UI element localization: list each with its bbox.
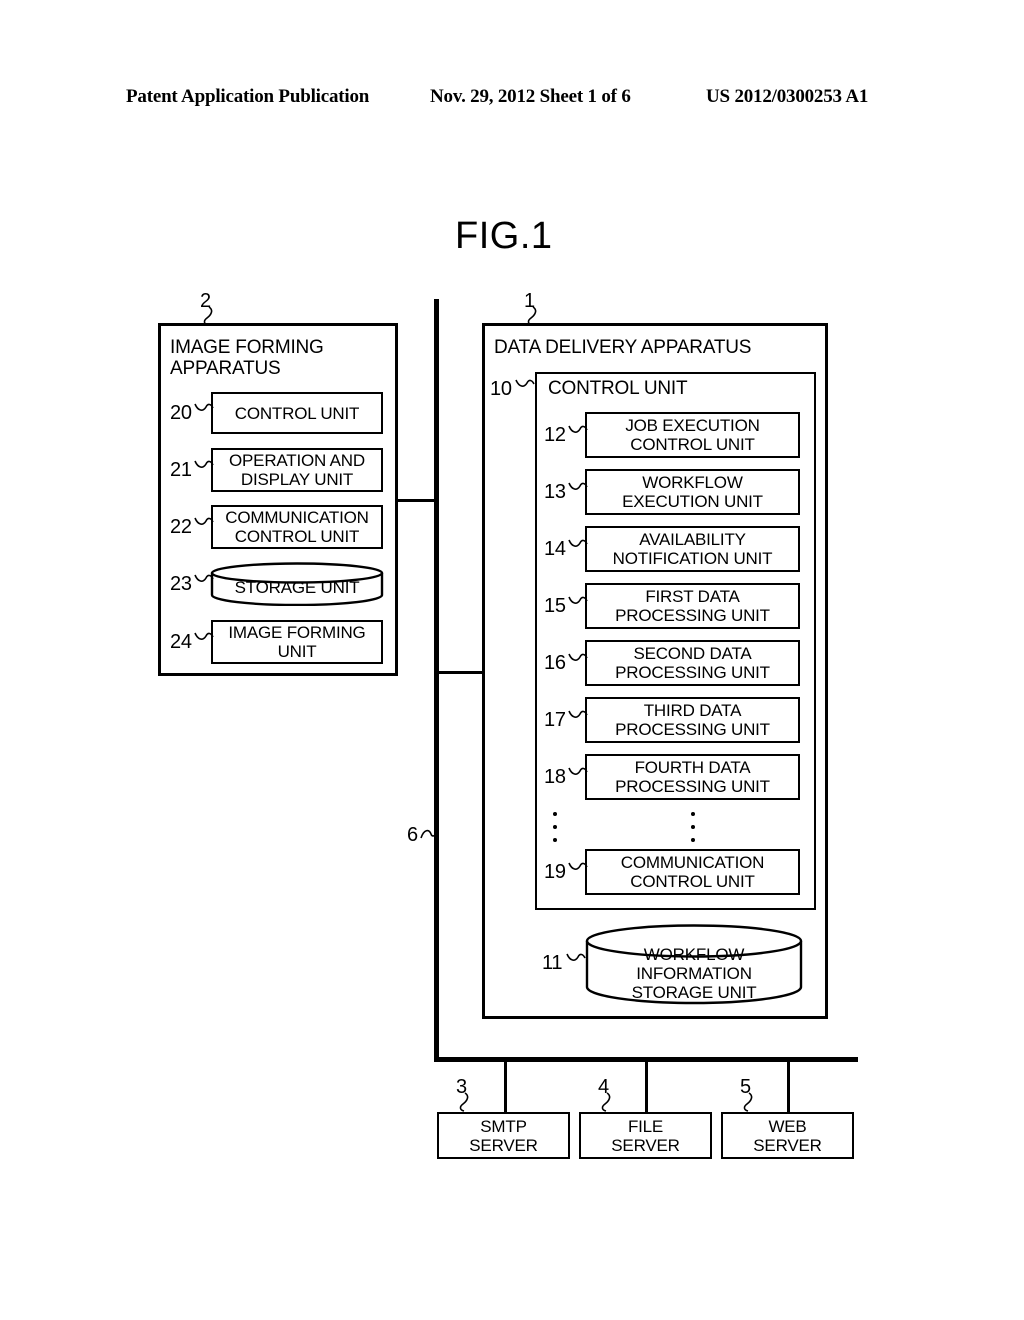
unit-label-19: COMMUNICATION CONTROL UNIT — [620, 853, 765, 891]
publication-header-date: Nov. 29, 2012 Sheet 1 of 6 — [430, 86, 631, 107]
unit-label-12: JOB EXECUTION CONTROL UNIT — [625, 416, 760, 454]
unit-box-second-data-processing-unit-16: SECOND DATA PROCESSING UNIT — [585, 640, 800, 686]
unit-label-14: AVAILABILITY NOTIFICATION UNIT — [612, 530, 773, 568]
ref-label-18: 18 — [544, 766, 566, 788]
smtp-server-label: SMTP SERVER — [469, 1116, 538, 1155]
unit-box-first-data-processing-unit-15: FIRST DATA PROCESSING UNIT — [585, 583, 800, 629]
ellipsis-left-icon — [553, 812, 557, 851]
unit-box-image-forming-unit-24: IMAGE FORMING UNIT — [211, 620, 383, 664]
unit-box-operation-and-display-unit-21: OPERATION AND DISPLAY UNIT — [211, 448, 383, 492]
ref-label-16: 16 — [544, 652, 566, 674]
unit-box-job-execution-control-unit-12: JOB EXECUTION CONTROL UNIT — [585, 412, 800, 458]
unit-label-21: OPERATION AND DISPLAY UNIT — [229, 451, 365, 489]
publication-header-number: US 2012/0300253 A1 — [706, 86, 869, 107]
file-server-label: FILE SERVER — [611, 1116, 680, 1155]
unit-label-17: THIRD DATA PROCESSING UNIT — [615, 701, 770, 739]
file-server-drop-line — [645, 1060, 648, 1113]
web-server-box: WEB SERVER — [721, 1112, 854, 1159]
ref-label-4: 4 — [598, 1076, 609, 1098]
ref-label-6: 6 — [407, 824, 418, 846]
ref-label-19: 19 — [544, 861, 566, 883]
ref-label-14: 14 — [544, 538, 566, 560]
publication-header: Patent Application Publication Nov. 29, … — [0, 86, 1024, 116]
figure-title: FIG.1 — [455, 215, 553, 257]
unit-label-15: FIRST DATA PROCESSING UNIT — [615, 587, 770, 625]
unit-box-control-unit-20: CONTROL UNIT — [211, 392, 383, 434]
ref-label-3: 3 — [456, 1076, 467, 1098]
unit-box-availability-notification-unit-14: AVAILABILITY NOTIFICATION UNIT — [585, 526, 800, 572]
ref-label-22: 22 — [170, 516, 192, 538]
unit-box-fourth-data-processing-unit-18: FOURTH DATA PROCESSING UNIT — [585, 754, 800, 800]
ellipsis-center-icon — [691, 812, 695, 851]
ref-label-24: 24 — [170, 631, 192, 653]
control-unit-title-10: CONTROL UNIT — [548, 378, 688, 399]
ref-label-2: 2 — [200, 290, 211, 312]
ref-label-20: 20 — [170, 402, 192, 424]
bus-to-data-delivery-apparatus-link — [437, 671, 484, 674]
unit-box-third-data-processing-unit-17: THIRD DATA PROCESSING UNIT — [585, 697, 800, 743]
unit-box-communication-control-unit-19: COMMUNICATION CONTROL UNIT — [585, 849, 800, 895]
unit-label-20: CONTROL UNIT — [234, 403, 360, 423]
publication-header-left: Patent Application Publication — [126, 86, 370, 107]
image-forming-apparatus-title: IMAGE FORMING APPARATUS — [170, 337, 324, 379]
workflow-information-storage-label-11: WORKFLOW INFORMATION STORAGE UNIT — [631, 945, 757, 1002]
ref-label-13: 13 — [544, 481, 566, 503]
ref-label-15: 15 — [544, 595, 566, 617]
unit-box-communication-control-unit-22: COMMUNICATION CONTROL UNIT — [211, 505, 383, 549]
ref-label-10: 10 — [490, 378, 512, 400]
unit-label-18: FOURTH DATA PROCESSING UNIT — [615, 758, 770, 796]
web-server-drop-line — [787, 1060, 790, 1113]
web-server-label: WEB SERVER — [753, 1116, 822, 1155]
ref-label-12: 12 — [544, 424, 566, 446]
workflow-information-storage-cylinder-11: WORKFLOW INFORMATION STORAGE UNIT — [584, 923, 804, 1007]
unit-label-23: STORAGE UNIT — [234, 578, 360, 597]
smtp-server-box: SMTP SERVER — [437, 1112, 570, 1159]
ref-label-11: 11 — [542, 952, 563, 974]
ref-label-5: 5 — [740, 1076, 751, 1098]
unit-box-workflow-execution-unit-13: WORKFLOW EXECUTION UNIT — [585, 469, 800, 515]
ref-label-17: 17 — [544, 709, 566, 731]
data-delivery-apparatus-title: DATA DELIVERY APPARATUS — [494, 337, 752, 358]
unit-label-16: SECOND DATA PROCESSING UNIT — [615, 644, 770, 682]
network-bus-vertical — [434, 299, 439, 1062]
unit-cylinder-storage-unit-23: STORAGE UNIT — [209, 562, 385, 607]
bus-to-image-forming-apparatus-link — [396, 499, 436, 502]
unit-label-24: IMAGE FORMING UNIT — [228, 623, 366, 661]
smtp-server-drop-line — [504, 1060, 507, 1113]
unit-label-22: COMMUNICATION CONTROL UNIT — [225, 508, 369, 546]
unit-label-13: WORKFLOW EXECUTION UNIT — [622, 473, 763, 511]
ref-label-21: 21 — [170, 459, 192, 481]
ref-label-23: 23 — [170, 573, 192, 595]
ref-label-1: 1 — [524, 290, 535, 312]
file-server-box: FILE SERVER — [579, 1112, 712, 1159]
